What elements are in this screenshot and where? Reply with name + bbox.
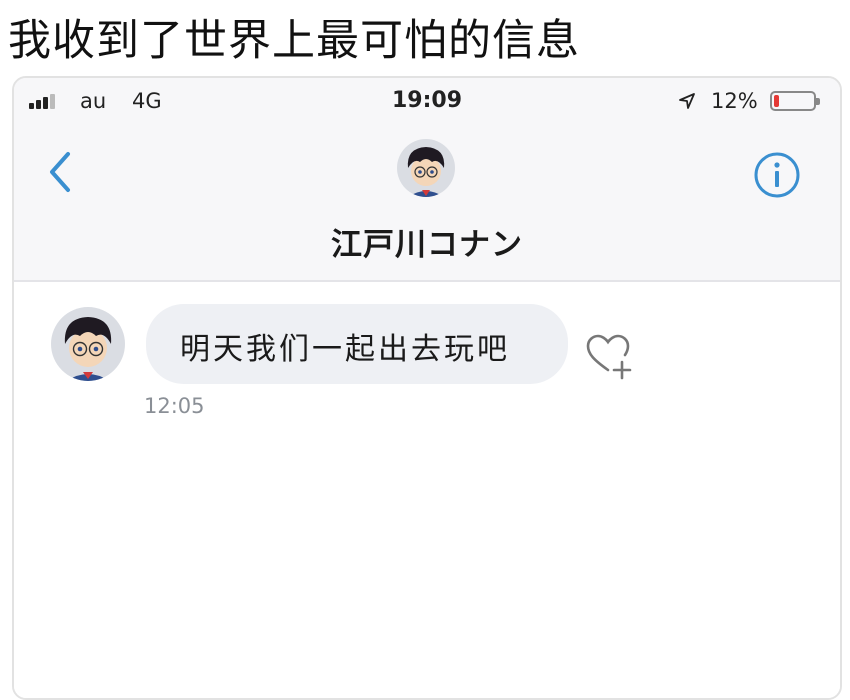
- phone-screenshot: au 4G 19:09 12% 江戸川コナン 明天我们一起出去玩吧 12:05: [12, 76, 842, 700]
- meme-caption: 我收到了世界上最可怕的信息: [8, 16, 580, 66]
- info-icon[interactable]: [752, 150, 802, 200]
- message-bubble[interactable]: 明天我们一起出去玩吧: [146, 304, 568, 384]
- battery-level-fill: [774, 95, 779, 107]
- contact-name: 江戸川コナン: [331, 227, 523, 263]
- sender-avatar[interactable]: [50, 306, 126, 382]
- message-timestamp: 12:05: [144, 394, 205, 418]
- back-chevron-icon[interactable]: [44, 150, 74, 194]
- message-text: 明天我们一起出去玩吧: [180, 332, 510, 367]
- conversation-header: 江戸川コナン: [14, 124, 840, 282]
- battery-percentage: 12%: [711, 89, 758, 113]
- location-arrow-icon: [679, 93, 695, 109]
- contact-avatar[interactable]: [396, 138, 456, 198]
- status-bar: au 4G 19:09 12%: [14, 78, 840, 124]
- battery-icon: [770, 91, 820, 111]
- message-list: 明天我们一起出去玩吧 12:05: [14, 282, 840, 698]
- heart-plus-icon[interactable]: [584, 332, 636, 380]
